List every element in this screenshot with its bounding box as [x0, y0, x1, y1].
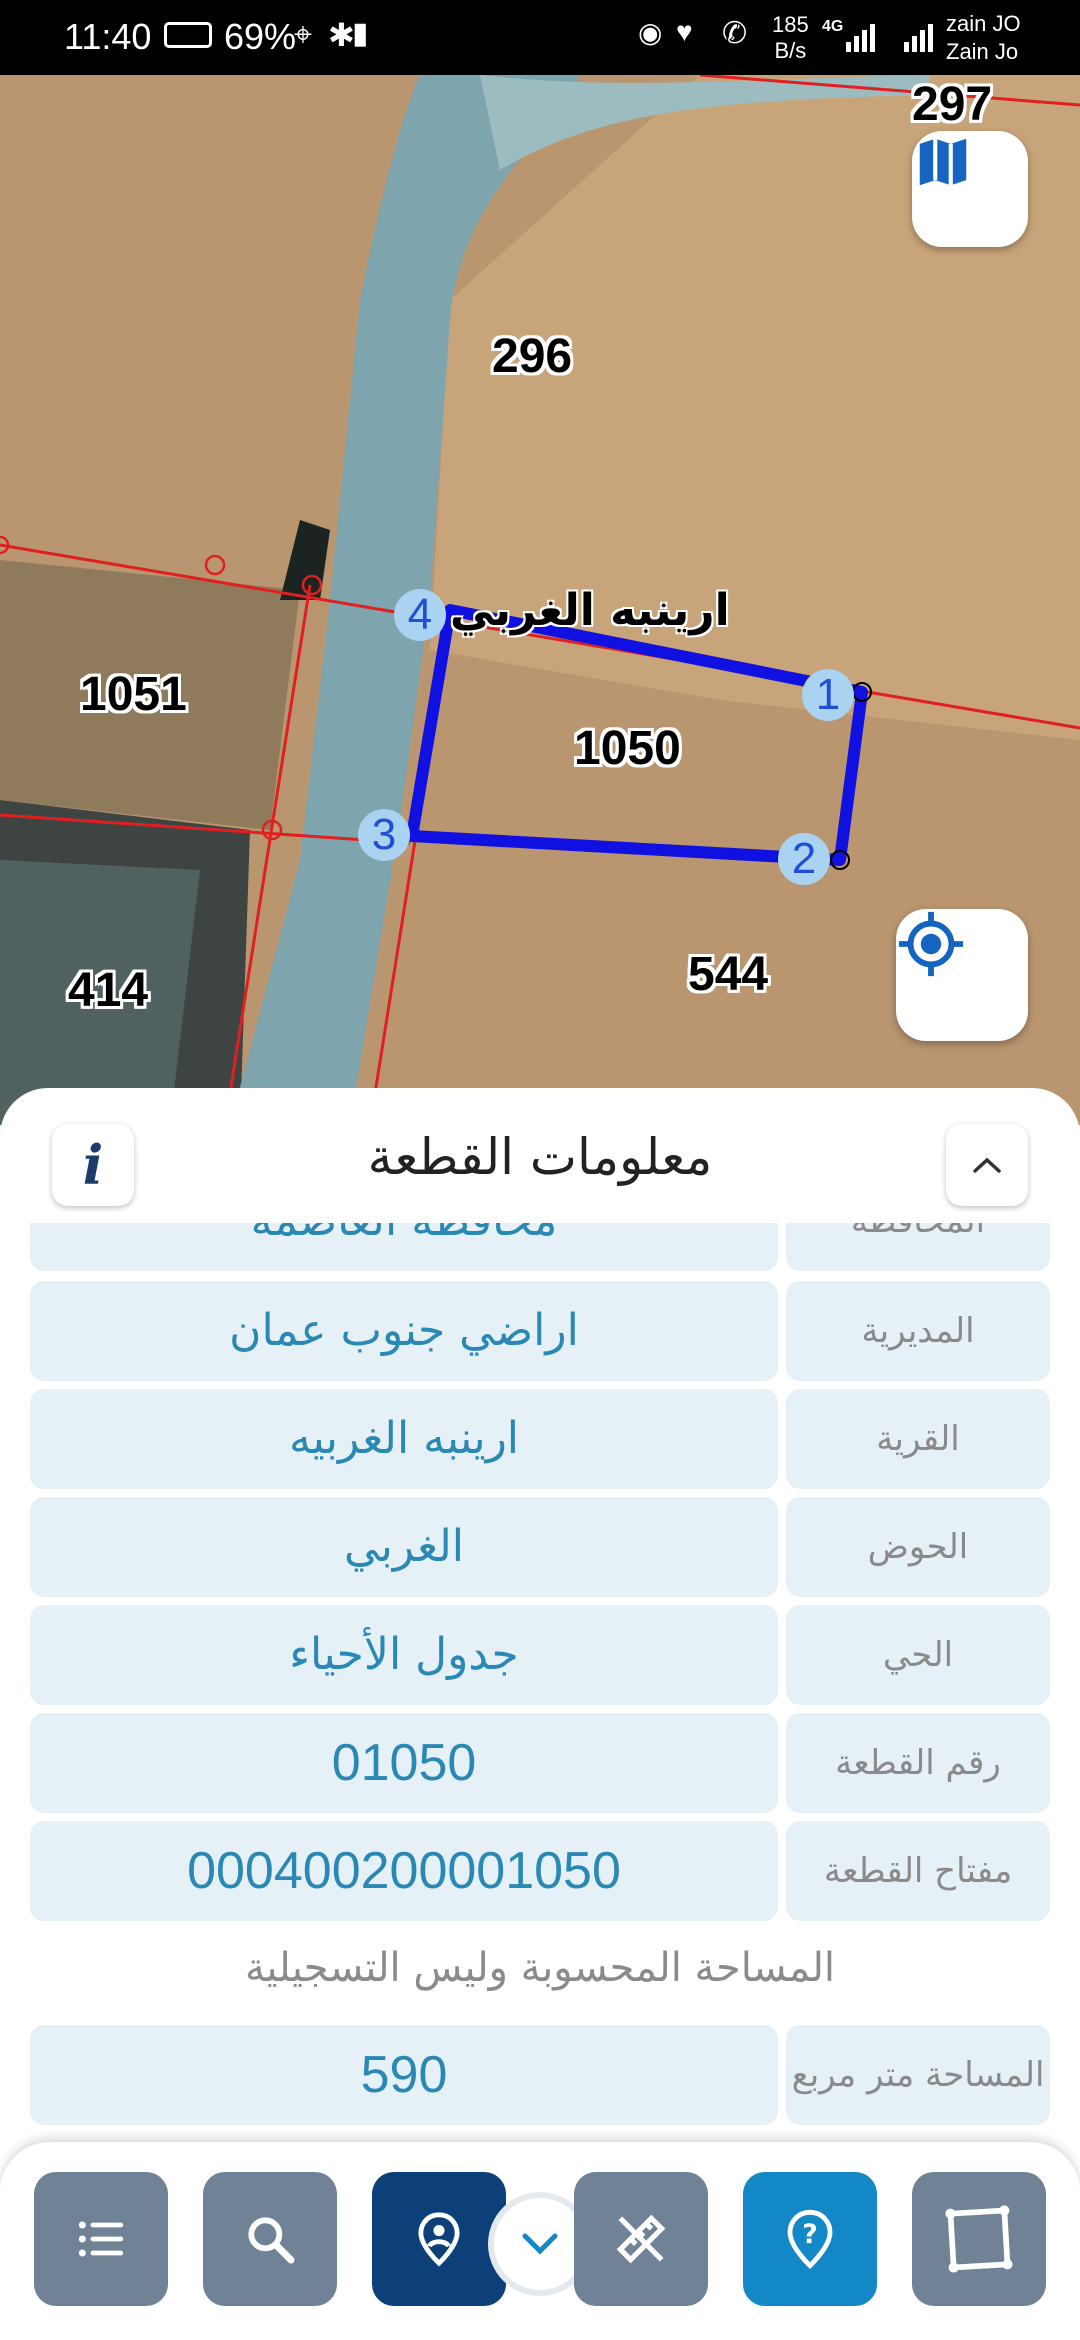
info-table[interactable]: محافظة العاصمة المحافظة اراضي جنوب عمان … [30, 1223, 1050, 2223]
row-value: اراضي جنوب عمان [30, 1281, 778, 1381]
carrier-2: Zain Jo [946, 39, 1019, 64]
network-type: 4G [822, 18, 844, 35]
row-label: القرية [786, 1389, 1050, 1489]
parcel-label[interactable]: 1051 [80, 667, 187, 722]
network-speed: 185 B/s [772, 12, 809, 64]
status-time: 11:40 [64, 16, 152, 57]
table-row: ارينبه الغربيه القرية [30, 1389, 1050, 1489]
whatsapp-icon: ✆ [722, 17, 748, 50]
my-location-button[interactable] [896, 909, 1028, 1041]
bluetooth-icon: ✱ [328, 17, 355, 53]
battery-saver-icon [164, 22, 212, 48]
help-icon: ? [787, 2209, 833, 2269]
map-icon [919, 138, 967, 186]
signal-icon [846, 20, 875, 52]
row-label: رقم القطعة [786, 1713, 1050, 1813]
sound-icon: ◉ [638, 17, 663, 48]
row-value: جدول الأحياء [30, 1605, 778, 1705]
table-row: جدول الأحياء الحي [30, 1605, 1050, 1705]
panel-title: معلومات القطعة [367, 1128, 713, 1186]
row-value: ارينبه الغربيه [30, 1389, 778, 1489]
row-value: الغربي [30, 1497, 778, 1597]
bottom-toolbar: ? [0, 2142, 1080, 2340]
area-label: المساحة متر مربع [786, 2025, 1050, 2125]
battery-percent: 69% [224, 16, 297, 57]
measure-icon [616, 2214, 666, 2264]
area-value: 590 [30, 2025, 778, 2125]
row-label: المديرية [786, 1281, 1050, 1381]
row-label: المحافظة [786, 1223, 1050, 1271]
parcel-label[interactable]: 414 [68, 963, 148, 1018]
location-pin-icon [418, 2212, 460, 2267]
satellite-map[interactable]: 297 296 1051 1050 414 544 ارينبه الغربي … [0, 75, 1080, 1125]
search-icon [248, 2217, 295, 2264]
crosshair-icon [898, 911, 964, 977]
row-label: الحوض [786, 1497, 1050, 1597]
parcel-label[interactable]: 544 [688, 947, 768, 1002]
map-layers-button[interactable] [912, 131, 1028, 247]
status-bar: 11:40 69% ⌖ ✱ ▮ ◉ ♥ ✆ 185 B/s 4G zain JO… [0, 0, 1080, 75]
polygon-button[interactable] [912, 2172, 1046, 2306]
row-value: 01050 [30, 1713, 778, 1813]
village-label: ارينبه الغربي [450, 585, 730, 636]
area-row: 590 المساحة متر مربع [30, 2025, 1050, 2125]
row-label: الحي [786, 1605, 1050, 1705]
vertex-marker[interactable]: 1 [802, 669, 854, 721]
row-value: محافظة العاصمة [30, 1223, 778, 1271]
signal-icon-2 [904, 20, 933, 52]
svg-text:?: ? [802, 2219, 817, 2250]
row-label: مفتاح القطعة [786, 1821, 1050, 1921]
location-icon: ⌖ [294, 16, 313, 52]
chevron-up-icon [973, 1157, 1001, 1173]
collapse-panel-button[interactable] [946, 1124, 1028, 1206]
table-row: 000400200001050 مفتاح القطعة [30, 1821, 1050, 1921]
health-icon: ♥ [676, 16, 693, 47]
table-row: الغربي الحوض [30, 1497, 1050, 1597]
row-value: 000400200001050 [30, 1821, 778, 1921]
table-row: اراضي جنوب عمان المديرية [30, 1281, 1050, 1381]
vertex-marker[interactable]: 4 [394, 589, 446, 641]
carrier-names: zain JO Zain Jo [946, 10, 1021, 66]
area-note: المساحة المحسوبة وليس التسجيلية [244, 1945, 836, 1991]
polygon-icon [945, 2205, 1013, 2273]
carrier-1: zain JO [946, 11, 1021, 36]
vertex-marker[interactable]: 3 [358, 809, 410, 861]
table-row: 01050 رقم القطعة [30, 1713, 1050, 1813]
chevron-down-icon [522, 2233, 558, 2255]
measure-button[interactable] [574, 2172, 708, 2306]
speed-value: 185 [772, 12, 809, 37]
search-button[interactable] [203, 2172, 337, 2306]
vertex-marker[interactable]: 2 [778, 833, 830, 885]
parcel-label-selected[interactable]: 1050 [574, 721, 681, 776]
help-button[interactable]: ? [743, 2172, 877, 2306]
list-icon [78, 2221, 124, 2257]
battery-icon: ▮ [352, 17, 369, 50]
speed-unit: B/s [774, 38, 807, 63]
parcel-label[interactable]: 296 [492, 329, 572, 384]
table-row: محافظة العاصمة المحافظة [30, 1223, 1050, 1271]
list-button[interactable] [34, 2172, 168, 2306]
parcel-label[interactable]: 297 [912, 77, 992, 132]
location-button[interactable] [372, 2172, 506, 2306]
